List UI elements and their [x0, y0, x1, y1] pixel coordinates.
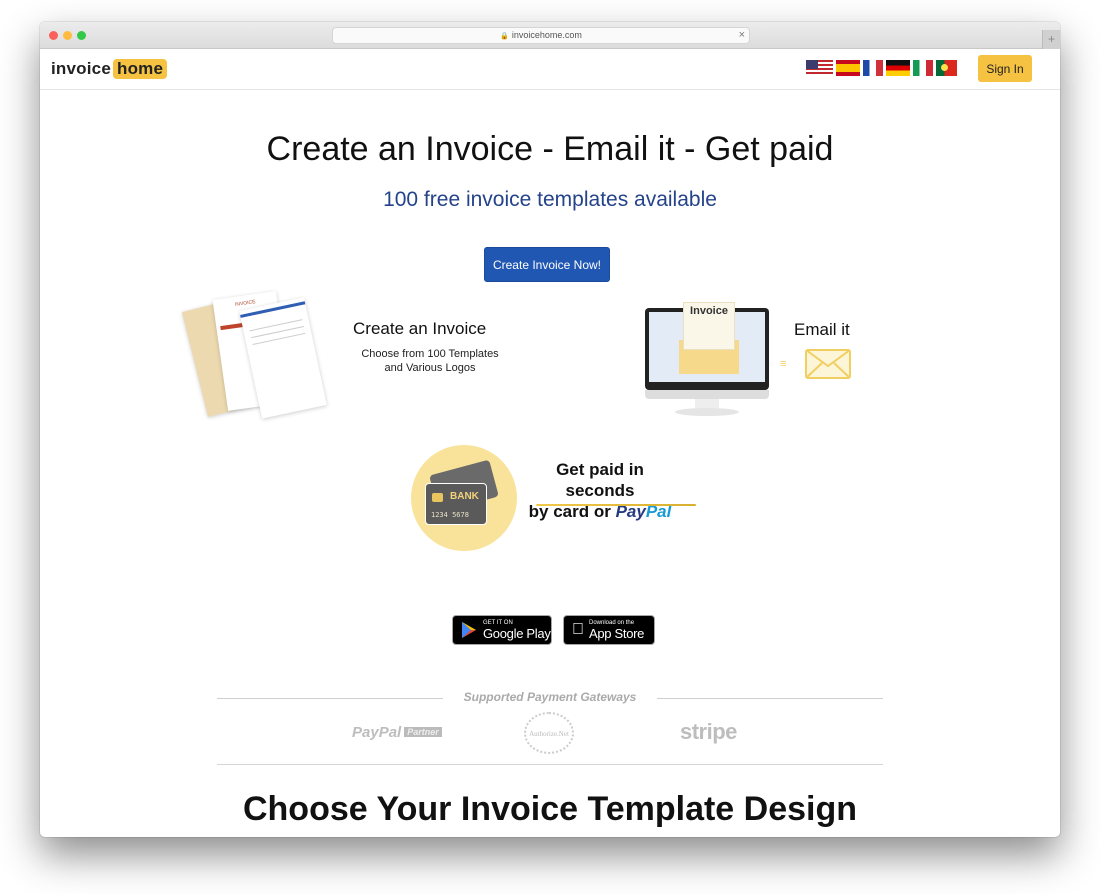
feature-create-desc-line1: Choose from 100 Templates	[361, 348, 499, 360]
language-selector	[806, 60, 957, 76]
paypal-logo-text: PayPal	[352, 724, 402, 741]
stripe-logo: stripe	[680, 719, 737, 744]
apple-icon: 	[572, 621, 584, 639]
site-navbar: invoice home Sign In	[40, 49, 1060, 90]
google-play-icon	[462, 622, 476, 638]
flying-envelope-icon	[805, 349, 851, 379]
hero-headline: Create an Invoice - Email it - Get paid	[266, 130, 834, 168]
address-bar[interactable]: 🔒 invoicehome.com ×	[332, 27, 750, 44]
gateway-divider-bottom	[217, 764, 883, 765]
payment-card-illustration: BANK 1234 5678	[411, 445, 517, 551]
feature-create-title: Create an Invoice	[353, 319, 487, 338]
italy-flag-icon[interactable]	[913, 60, 933, 76]
close-icon[interactable]: ×	[739, 28, 745, 43]
maximize-window-button[interactable]	[77, 31, 86, 40]
google-play-big-text: Google Play	[483, 625, 551, 641]
partner-badge: Partner	[404, 727, 442, 737]
card-chip-icon	[432, 493, 443, 502]
invoice-paper-label: Invoice	[690, 305, 728, 317]
bank-card-icon: BANK 1234 5678	[425, 483, 487, 525]
browser-window: 🔒 invoicehome.com × + invoice home Sign In…	[40, 22, 1060, 837]
monitor-base	[675, 408, 739, 416]
card-bank-label: BANK	[450, 491, 479, 502]
invoice-templates-illustration: INVOICE	[181, 291, 340, 419]
doc-line	[249, 319, 303, 332]
new-tab-button[interactable]: +	[1042, 30, 1060, 49]
invoice-paper: Invoice	[683, 302, 735, 350]
feature-create-description: Choose from 100 Templates and Various Lo…	[345, 347, 515, 375]
minimize-window-button[interactable]	[63, 31, 72, 40]
close-window-button[interactable]	[49, 31, 58, 40]
portugal-flag-icon[interactable]	[936, 60, 957, 76]
logo-text-home: home	[112, 59, 168, 79]
spain-flag-icon[interactable]	[836, 60, 860, 76]
monitor-chin	[645, 390, 769, 399]
sign-in-button[interactable]: Sign In	[978, 55, 1032, 82]
paypal-partner-logo: PayPal Partner	[352, 724, 442, 741]
feature-email-title: Email it	[794, 320, 850, 339]
app-store-big-text: App Store	[577, 625, 644, 641]
create-invoice-button[interactable]: Create Invoice Now!	[484, 247, 610, 282]
feature-pay-title: Get paid in seconds by card or PayPal	[520, 459, 680, 522]
motion-lines-icon: ≡	[780, 358, 787, 370]
france-flag-icon[interactable]	[863, 60, 883, 76]
gateways-label: Supported Payment Gateways	[463, 690, 637, 704]
authorize-net-seal: Authorize.Net	[524, 712, 574, 754]
monitor-illustration: Invoice	[645, 302, 770, 427]
us-flag-icon[interactable]	[806, 60, 833, 76]
templates-section-title: Choose Your Invoice Template Design	[242, 790, 858, 828]
url-text: invoicehome.com	[511, 30, 582, 40]
gateway-divider-right	[657, 698, 883, 699]
logo-text-invoice: invoice	[51, 59, 111, 78]
gateway-divider-left	[217, 698, 443, 699]
feature-pay-title-line1: Get paid in seconds	[556, 460, 644, 500]
app-store-badge[interactable]:  Download on the App Store	[563, 615, 655, 645]
germany-flag-icon[interactable]	[886, 60, 910, 76]
lock-icon: 🔒	[500, 33, 509, 40]
site-logo[interactable]: invoice home	[51, 59, 168, 79]
google-play-badge[interactable]: GET IT ON Google Play	[452, 615, 552, 645]
browser-titlebar: 🔒 invoicehome.com × +	[40, 22, 1060, 49]
pay-underline	[536, 504, 696, 506]
card-number: 1234 5678	[431, 511, 469, 519]
feature-create-desc-line2: and Various Logos	[384, 362, 476, 374]
hero-subheadline: 100 free invoice templates available	[383, 188, 717, 211]
main-content: Create an Invoice - Email it - Get paid …	[40, 90, 1060, 837]
